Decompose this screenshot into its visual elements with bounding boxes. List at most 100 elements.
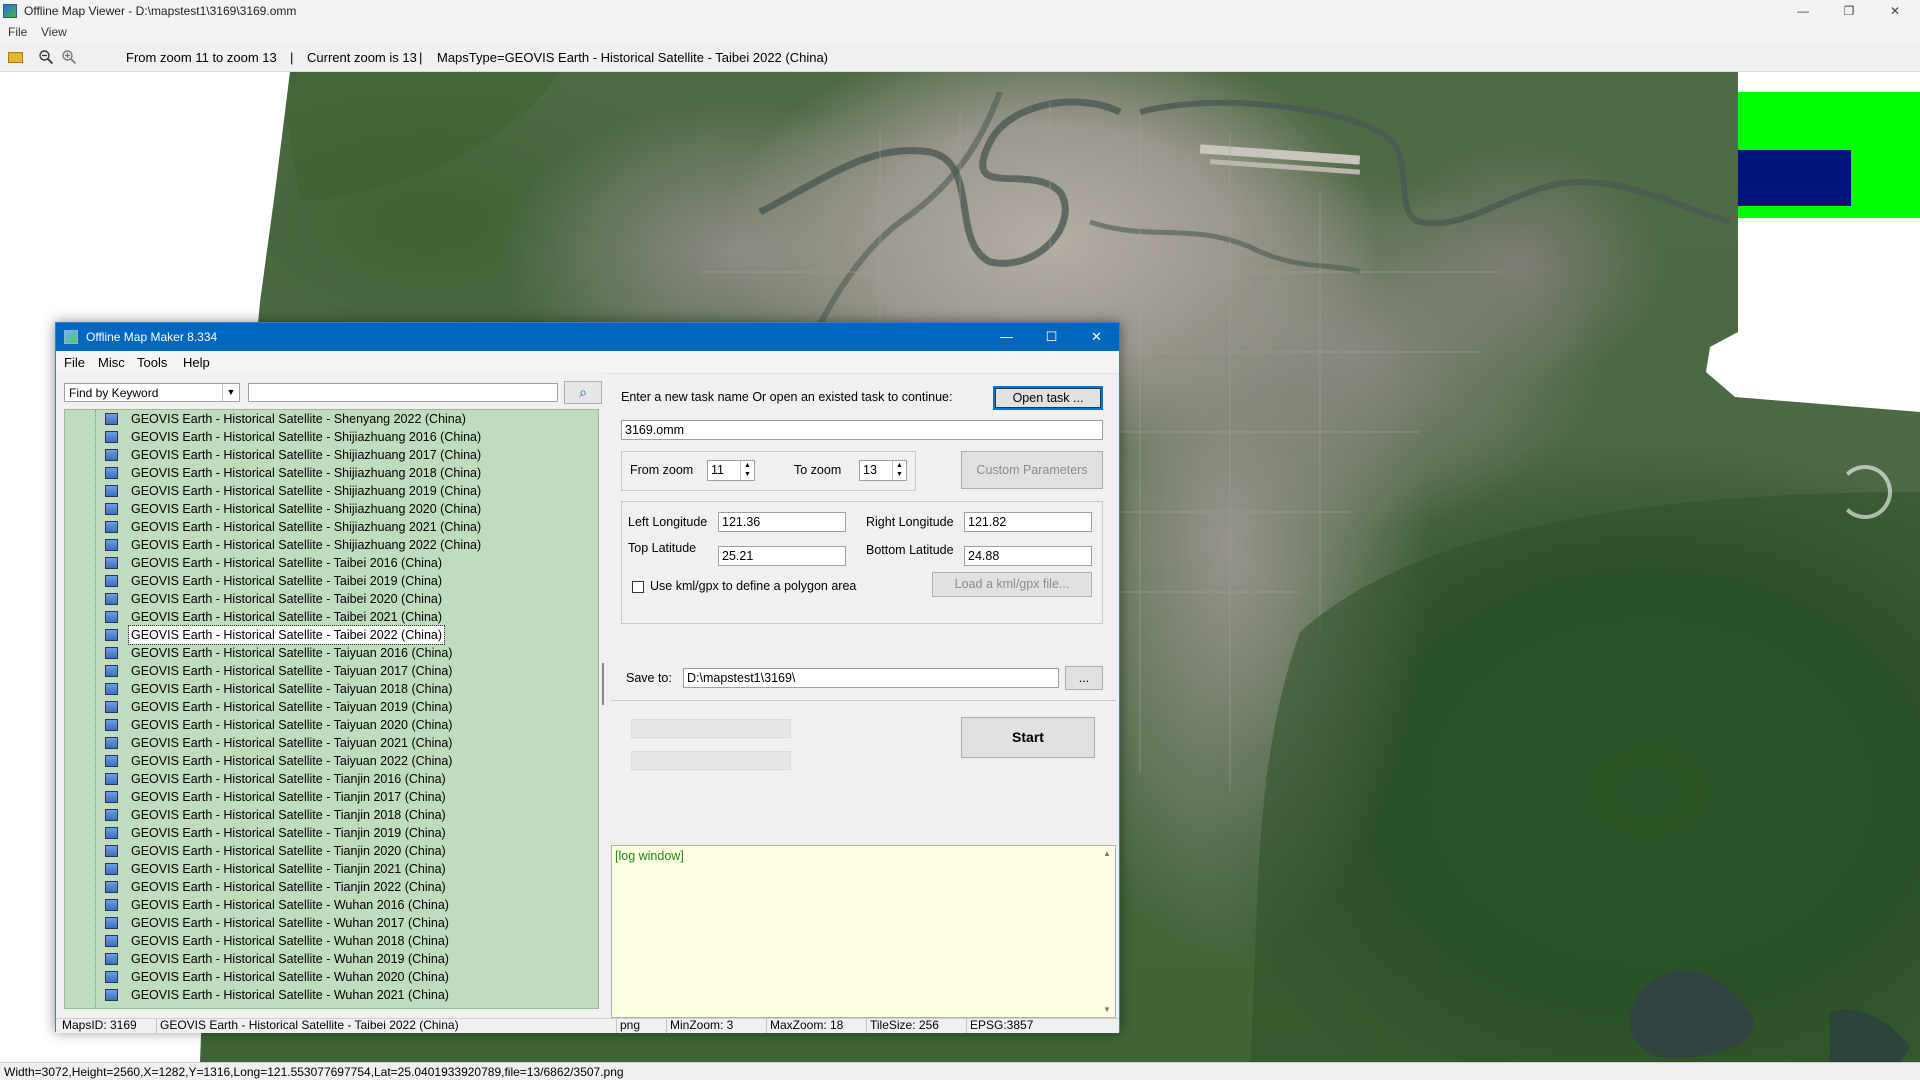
open-folder-icon[interactable] <box>8 52 23 63</box>
map-list-item[interactable]: GEOVIS Earth - Historical Satellite - Ta… <box>65 644 598 662</box>
browse-folder-button[interactable]: ... <box>1065 666 1103 690</box>
log-window[interactable]: [log window] ▲ ▼ <box>611 845 1116 1018</box>
search-input[interactable] <box>248 383 558 402</box>
map-list-item[interactable]: GEOVIS Earth - Historical Satellite - Ti… <box>65 770 598 788</box>
maker-menu-misc[interactable]: Misc <box>98 355 125 370</box>
spin-up-icon[interactable]: ▲ <box>744 462 751 469</box>
spinner-arrows[interactable]: ▲ ▼ <box>892 461 906 480</box>
viewer-close-button[interactable]: ✕ <box>1872 0 1918 22</box>
map-image-icon <box>105 503 118 515</box>
map-list-item[interactable]: GEOVIS Earth - Historical Satellite - Ta… <box>65 590 598 608</box>
map-list-item[interactable]: GEOVIS Earth - Historical Satellite - Wu… <box>65 950 598 968</box>
viewer-titlebar: Offline Map Viewer - D:\mapstest1\3169\3… <box>0 0 1920 22</box>
map-list-item[interactable]: GEOVIS Earth - Historical Satellite - Ta… <box>65 716 598 734</box>
right-longitude-input[interactable]: 121.82 <box>964 512 1092 532</box>
map-list-item-label: GEOVIS Earth - Historical Satellite - Sh… <box>131 520 482 534</box>
map-list-item[interactable]: GEOVIS Earth - Historical Satellite - Wu… <box>65 914 598 932</box>
map-list-item[interactable]: GEOVIS Earth - Historical Satellite - Sh… <box>65 536 598 554</box>
map-list-item[interactable]: GEOVIS Earth - Historical Satellite - Ti… <box>65 842 598 860</box>
spin-up-icon[interactable]: ▲ <box>896 462 903 469</box>
map-list-item[interactable]: GEOVIS Earth - Historical Satellite - Ta… <box>65 554 598 572</box>
map-list-item[interactable]: GEOVIS Earth - Historical Satellite - Ti… <box>65 878 598 896</box>
zoom-out-icon[interactable] <box>38 49 54 65</box>
map-list-item[interactable]: GEOVIS Earth - Historical Satellite - Ta… <box>65 698 598 716</box>
map-list-item[interactable]: GEOVIS Earth - Historical Satellite - Sh… <box>65 482 598 500</box>
save-path-input[interactable]: D:\mapstest1\3169\ <box>683 668 1059 688</box>
map-list-item-label: GEOVIS Earth - Historical Satellite - Sh… <box>131 466 482 480</box>
map-image-icon <box>105 971 118 983</box>
map-list-item[interactable]: GEOVIS Earth - Historical Satellite - Wu… <box>65 968 598 986</box>
status-maps-id: MapsID: 3169 <box>62 1018 137 1032</box>
left-longitude-label: Left Longitude <box>628 515 708 529</box>
map-list-item[interactable]: GEOVIS Earth - Historical Satellite - Wu… <box>65 932 598 950</box>
bottom-latitude-input[interactable]: 24.88 <box>964 546 1092 566</box>
map-image-icon <box>105 827 118 839</box>
maker-menu-help[interactable]: Help <box>183 355 210 370</box>
chevron-down-icon[interactable]: ▼ <box>222 384 239 401</box>
maker-maximize-button[interactable]: ☐ <box>1029 323 1074 351</box>
map-list-item[interactable]: GEOVIS Earth - Historical Satellite - Ta… <box>65 734 598 752</box>
search-button[interactable]: ⌕ <box>564 381 602 404</box>
map-image-icon <box>105 611 118 623</box>
scroll-up-icon[interactable]: ▲ <box>1103 849 1111 858</box>
map-list-item[interactable]: GEOVIS Earth - Historical Satellite - Sh… <box>65 446 598 464</box>
map-image-icon <box>105 917 118 929</box>
to-zoom-spinner[interactable]: 13 ▲ ▼ <box>859 460 907 481</box>
map-list-item[interactable]: GEOVIS Earth - Historical Satellite - Ti… <box>65 788 598 806</box>
map-list-item[interactable]: GEOVIS Earth - Historical Satellite - Ta… <box>65 752 598 770</box>
viewer-restore-button[interactable]: ❐ <box>1826 0 1872 22</box>
kml-polygon-checkbox[interactable] <box>632 581 644 593</box>
map-list-item[interactable]: GEOVIS Earth - Historical Satellite - Ta… <box>65 625 598 645</box>
spinner-arrows[interactable]: ▲ ▼ <box>740 461 754 480</box>
map-list-item[interactable]: GEOVIS Earth - Historical Satellite - Wu… <box>65 896 598 914</box>
viewer-minimize-button[interactable]: — <box>1780 0 1826 22</box>
open-task-button[interactable]: Open task ... <box>993 386 1103 410</box>
map-overlay-blue-block <box>1738 150 1851 206</box>
map-list-item-label: GEOVIS Earth - Historical Satellite - Ta… <box>131 574 443 588</box>
task-name-input[interactable]: 3169.omm <box>621 420 1103 440</box>
map-list-item[interactable]: GEOVIS Earth - Historical Satellite - Ti… <box>65 824 598 842</box>
viewer-menu-view[interactable]: View <box>41 25 67 39</box>
from-zoom-spinner[interactable]: 11 ▲ ▼ <box>707 460 755 481</box>
map-list-item[interactable]: GEOVIS Earth - Historical Satellite - Wu… <box>65 986 598 1004</box>
map-list-item[interactable]: GEOVIS Earth - Historical Satellite - Sh… <box>65 428 598 446</box>
top-latitude-input[interactable]: 25.21 <box>718 546 846 566</box>
viewer-menu-file[interactable]: File <box>8 25 27 39</box>
map-list-item-label: GEOVIS Earth - Historical Satellite - Ta… <box>131 610 443 624</box>
map-list-item[interactable]: GEOVIS Earth - Historical Satellite - Sh… <box>65 410 598 428</box>
maker-minimize-button[interactable]: — <box>984 323 1029 351</box>
scroll-down-icon[interactable]: ▼ <box>1103 1005 1111 1014</box>
zoom-in-icon[interactable] <box>61 49 77 65</box>
map-list-item[interactable]: GEOVIS Earth - Historical Satellite - Ti… <box>65 860 598 878</box>
map-image-icon <box>105 431 118 443</box>
log-scrollbar[interactable]: ▲ ▼ <box>1100 846 1115 1017</box>
map-list-item[interactable]: GEOVIS Earth - Historical Satellite - Sh… <box>65 464 598 482</box>
spin-down-icon[interactable]: ▼ <box>896 471 903 478</box>
map-list-item-label: GEOVIS Earth - Historical Satellite - Ti… <box>131 826 446 840</box>
map-image-icon <box>105 485 118 497</box>
map-list-item[interactable]: GEOVIS Earth - Historical Satellite - Ta… <box>65 680 598 698</box>
map-list-item[interactable]: GEOVIS Earth - Historical Satellite - Ta… <box>65 608 598 626</box>
maker-close-button[interactable]: ✕ <box>1074 323 1119 351</box>
custom-parameters-button[interactable]: Custom Parameters <box>961 451 1103 489</box>
map-list-item[interactable]: GEOVIS Earth - Historical Satellite - Ti… <box>65 806 598 824</box>
status-separator <box>666 1019 667 1033</box>
map-list-item[interactable]: GEOVIS Earth - Historical Satellite - Ta… <box>65 572 598 590</box>
pane-splitter-handle[interactable] <box>602 663 604 705</box>
load-kml-button[interactable]: Load a kml/gpx file... <box>932 572 1092 597</box>
left-longitude-input[interactable]: 121.36 <box>718 512 846 532</box>
maker-menu-tools[interactable]: Tools <box>137 355 167 370</box>
map-list-item[interactable]: GEOVIS Earth - Historical Satellite - Sh… <box>65 500 598 518</box>
map-type-tree[interactable]: GEOVIS Earth - Historical Satellite - Sh… <box>64 409 599 1009</box>
search-mode-select[interactable]: Find by Keyword ▼ <box>64 383 240 402</box>
map-list-item-label: GEOVIS Earth - Historical Satellite - Ti… <box>131 772 446 786</box>
map-list-item[interactable]: GEOVIS Earth - Historical Satellite - Ta… <box>65 662 598 680</box>
map-list-item[interactable]: GEOVIS Earth - Historical Satellite - Sh… <box>65 518 598 536</box>
map-list-item-label: GEOVIS Earth - Historical Satellite - Wu… <box>131 970 449 984</box>
maker-menubar: File Misc Tools Help <box>56 351 1119 374</box>
map-list-item-label: GEOVIS Earth - Historical Satellite - Wu… <box>131 916 449 930</box>
spin-down-icon[interactable]: ▼ <box>744 471 751 478</box>
maker-menu-file[interactable]: File <box>64 355 85 370</box>
map-list-item-label: GEOVIS Earth - Historical Satellite - Ta… <box>131 646 453 660</box>
start-button[interactable]: Start <box>961 717 1095 758</box>
